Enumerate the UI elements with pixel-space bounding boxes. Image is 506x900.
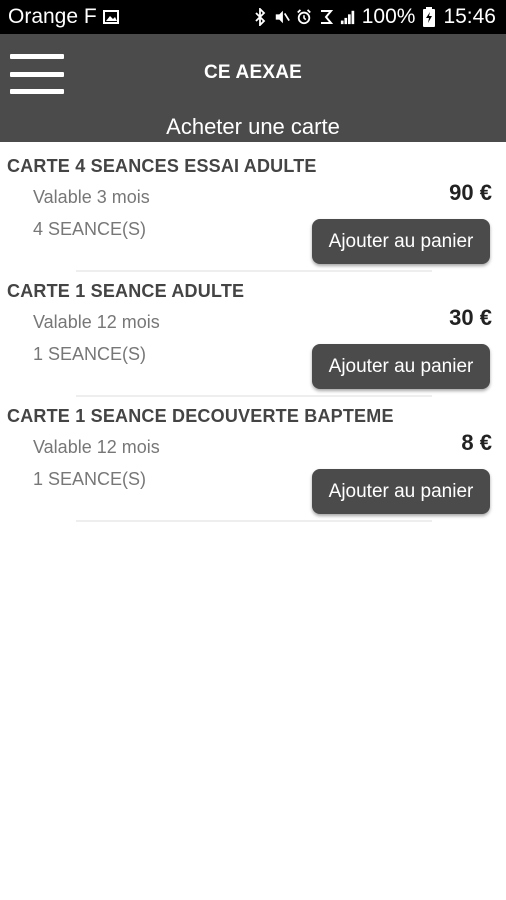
card-sessions: 4 SEANCE(S) xyxy=(33,219,147,239)
page-title: Acheter une carte xyxy=(166,114,340,139)
status-bar: Orange F 100% 15:46 xyxy=(0,0,506,34)
card-price: 90 € xyxy=(449,180,492,205)
card-item: CARTE 4 SEANCES ESSAI ADULTE Valable 3 m… xyxy=(0,142,506,272)
card-divider xyxy=(76,520,432,522)
carrier-name: Orange F xyxy=(8,5,97,28)
menu-bar xyxy=(10,54,64,59)
card-validity: Valable 12 mois xyxy=(33,437,160,457)
app-header: CE AEXAE Acheter une carte xyxy=(0,34,506,142)
menu-bar xyxy=(10,89,64,94)
alarm-icon xyxy=(296,8,312,26)
image-icon xyxy=(102,8,119,26)
data-icon xyxy=(318,8,334,26)
card-item: CARTE 1 SEANCE DECOUVERTE BAPTEME Valabl… xyxy=(0,392,506,522)
app-title: CE AEXAE xyxy=(203,62,303,83)
add-to-cart-button[interactable]: Ajouter au panier xyxy=(312,469,490,514)
status-right: 100% 15:46 xyxy=(252,5,496,29)
signal-icon xyxy=(340,8,356,26)
bluetooth-icon xyxy=(252,8,268,26)
clock-time: 15:46 xyxy=(443,5,496,28)
card-title: CARTE 1 SEANCE DECOUVERTE BAPTEME xyxy=(7,406,394,426)
card-title: CARTE 4 SEANCES ESSAI ADULTE xyxy=(7,156,317,176)
battery-icon xyxy=(421,7,437,27)
card-item: CARTE 1 SEANCE ADULTE Valable 12 mois 1 … xyxy=(0,267,506,397)
mute-icon xyxy=(274,8,290,26)
add-to-cart-button[interactable]: Ajouter au panier xyxy=(312,344,490,389)
card-title: CARTE 1 SEANCE ADULTE xyxy=(7,281,245,301)
card-validity: Valable 3 mois xyxy=(33,187,150,207)
card-sessions: 1 SEANCE(S) xyxy=(33,344,147,364)
card-validity: Valable 12 mois xyxy=(33,312,160,332)
card-price: 8 € xyxy=(461,430,492,455)
card-list: CARTE 4 SEANCES ESSAI ADULTE Valable 3 m… xyxy=(0,142,506,522)
card-price: 30 € xyxy=(449,305,492,330)
card-sessions: 1 SEANCE(S) xyxy=(33,469,147,489)
add-to-cart-button[interactable]: Ajouter au panier xyxy=(312,219,490,264)
battery-percent: 100% xyxy=(361,5,416,28)
status-left: Orange F xyxy=(8,5,119,29)
